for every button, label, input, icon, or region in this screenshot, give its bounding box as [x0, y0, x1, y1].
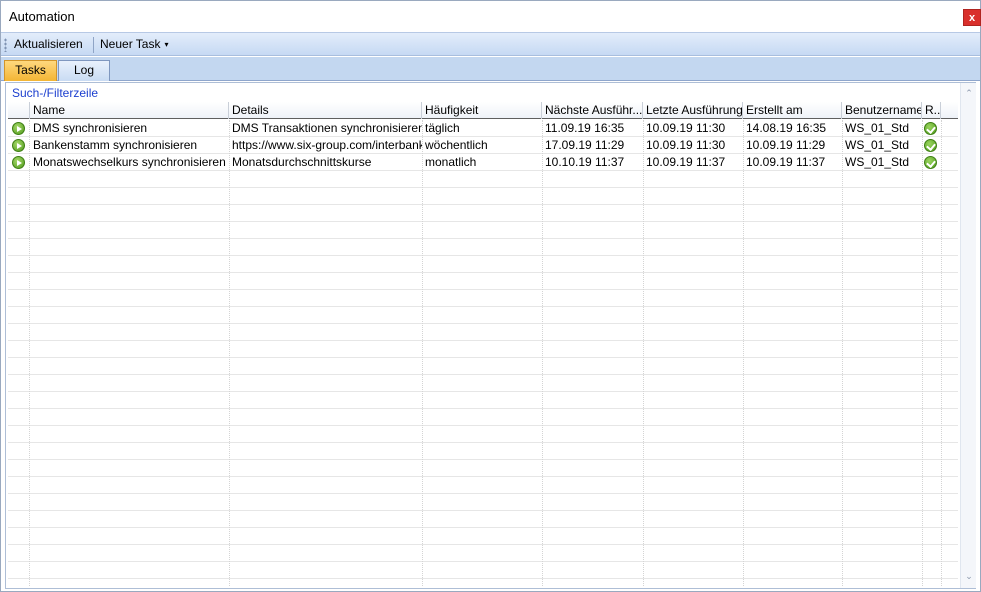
tasks-grid: Name Details Häufigkeit Nächste Ausführ.… — [8, 102, 958, 586]
grid-line — [643, 120, 644, 586]
cell-user: WS_01_Std — [845, 155, 910, 169]
cell-details: DMS Transaktionen synchronisieren — [232, 121, 422, 135]
cell-details: https://www.six-group.com/interbank... — [232, 138, 422, 152]
cell-next-run: 11.09.19 16:35 — [545, 121, 625, 135]
tasks-panel: Such-/Filterzeile Name Details Häufigkei… — [5, 82, 976, 589]
cell-user: WS_01_Std — [845, 138, 910, 152]
scroll-down-icon[interactable]: ⌄ — [964, 571, 974, 581]
column-header-user[interactable]: Benutzername — [842, 102, 922, 119]
grid-line — [743, 120, 744, 586]
cell-name: Monatswechselkurs synchronisieren — [33, 155, 226, 169]
title-bar: Automation x — [1, 1, 981, 31]
tab-log[interactable]: Log — [58, 60, 110, 81]
automation-window: Automation x Aktualisieren Neuer Task ▾ T… — [0, 0, 981, 592]
check-icon — [924, 122, 937, 135]
check-icon — [924, 156, 937, 169]
column-header-filler — [941, 102, 958, 119]
cell-last-run: 10.09.19 11:30 — [646, 138, 726, 152]
run-task-icon[interactable] — [12, 156, 25, 169]
check-icon — [924, 139, 937, 152]
cell-created: 10.09.19 11:37 — [746, 155, 826, 169]
cell-last-run: 10.09.19 11:37 — [646, 155, 726, 169]
grid-header: Name Details Häufigkeit Nächste Ausführ.… — [8, 102, 958, 119]
cell-user: WS_01_Std — [845, 121, 910, 135]
grid-line — [842, 120, 843, 586]
cell-frequency: täglich — [425, 121, 460, 135]
cell-created: 14.08.19 16:35 — [746, 121, 827, 135]
column-header-details[interactable]: Details — [229, 102, 422, 119]
run-task-icon[interactable] — [12, 139, 25, 152]
column-header-frequency[interactable]: Häufigkeit — [422, 102, 542, 119]
cell-name: Bankenstamm synchronisieren — [33, 138, 198, 152]
run-task-icon[interactable] — [12, 122, 25, 135]
table-row[interactable]: Monatswechselkurs synchronisieren Monats… — [8, 154, 958, 171]
cell-next-run: 17.09.19 11:29 — [545, 138, 625, 152]
new-task-label: Neuer Task — [100, 37, 161, 51]
cell-created: 10.09.19 11:29 — [746, 138, 826, 152]
grid-line — [29, 120, 30, 586]
grid-line — [922, 120, 923, 586]
grid-line — [229, 120, 230, 586]
column-header-next-run[interactable]: Nächste Ausführ... — [542, 102, 643, 119]
cell-last-run: 10.09.19 11:30 — [646, 121, 726, 135]
cell-details: Monatsdurchschnittskurse — [232, 155, 372, 169]
tab-tasks[interactable]: Tasks — [4, 60, 57, 81]
cell-next-run: 10.10.19 11:37 — [545, 155, 625, 169]
column-header-status[interactable]: R... — [922, 102, 941, 119]
grid-rows: DMS synchronisieren DMS Transaktionen sy… — [8, 120, 958, 586]
new-task-dropdown-button[interactable]: Neuer Task ▾ — [100, 37, 169, 53]
cell-frequency: wöchentlich — [425, 138, 488, 152]
tab-strip: Tasks Log — [1, 57, 980, 81]
scroll-up-icon[interactable]: ⌃ — [964, 88, 974, 98]
column-header-last-run[interactable]: Letzte Ausführung — [643, 102, 743, 119]
filter-row-link[interactable]: Such-/Filterzeile — [12, 86, 98, 100]
chevron-down-icon: ▾ — [164, 40, 169, 49]
toolbar: Aktualisieren Neuer Task ▾ — [1, 32, 980, 56]
window-title: Automation — [9, 9, 75, 24]
vertical-scrollbar[interactable]: ⌃ ⌄ — [960, 83, 976, 588]
grid-line — [422, 120, 423, 586]
refresh-button[interactable]: Aktualisieren — [14, 37, 83, 53]
column-header-name[interactable]: Name — [30, 102, 229, 119]
table-row[interactable]: DMS synchronisieren DMS Transaktionen sy… — [8, 120, 958, 137]
grid-line — [941, 120, 942, 586]
toolbar-separator — [93, 37, 94, 53]
close-button[interactable]: x — [963, 9, 981, 26]
column-header-created[interactable]: Erstellt am — [743, 102, 842, 119]
grid-line — [542, 120, 543, 586]
cell-frequency: monatlich — [425, 155, 477, 169]
column-header-icon — [8, 102, 30, 119]
toolbar-grip-icon[interactable] — [4, 38, 7, 52]
table-row[interactable]: Bankenstamm synchronisieren https://www.… — [8, 137, 958, 154]
cell-name: DMS synchronisieren — [33, 121, 148, 135]
